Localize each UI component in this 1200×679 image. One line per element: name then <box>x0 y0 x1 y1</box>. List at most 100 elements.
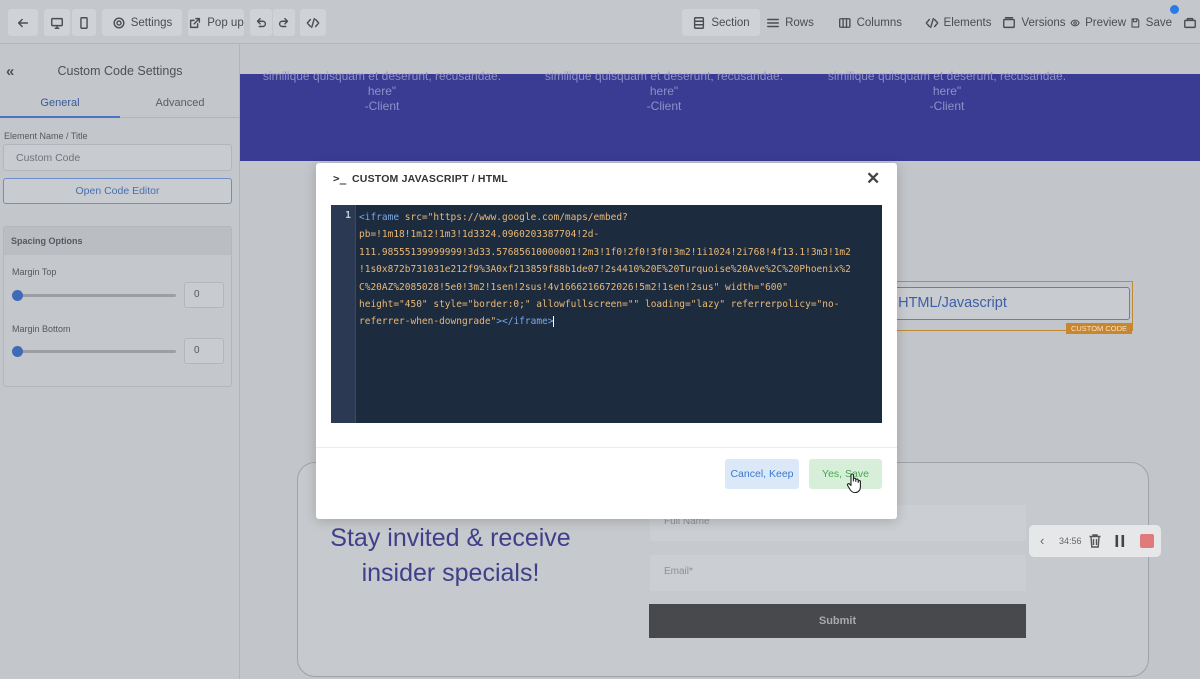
open-code-editor-button[interactable]: Open Code Editor <box>3 178 232 204</box>
custom-code-content[interactable]: n HTML/Javascript <box>865 287 1130 320</box>
panel-title: Custom Code Settings <box>57 64 183 78</box>
terminal-icon: >_ <box>333 172 347 185</box>
mobile-icon <box>80 16 88 29</box>
active-tab-indicator <box>0 116 120 118</box>
code-content[interactable]: <iframe src="https://www.google.com/maps… <box>359 209 879 331</box>
eye-icon <box>1070 19 1080 26</box>
save-icon <box>1131 17 1140 28</box>
trash-icon[interactable] <box>1088 533 1102 549</box>
section-label: Section <box>711 16 750 29</box>
code-token: src= <box>399 212 428 223</box>
testimonial-text: here" <box>932 84 962 98</box>
rows-label: Rows <box>785 16 814 29</box>
testimonial-text: similique quisquam et deserunt, recusand… <box>544 69 784 83</box>
desktop-icon <box>51 17 63 29</box>
code-token: <iframe <box>359 212 400 223</box>
rows-button[interactable]: Rows <box>764 9 816 36</box>
margin-top-value[interactable]: 0 <box>184 282 224 308</box>
redo-button[interactable] <box>273 9 295 36</box>
back-button[interactable] <box>8 9 38 36</box>
rows-icon <box>767 18 780 27</box>
modal-header: >_ CUSTOM JAVASCRIPT / HTML ✕ <box>316 163 897 195</box>
publish-icon <box>1184 17 1196 28</box>
code-editor[interactable]: 1 <iframe src="https://www.google.com/ma… <box>331 205 882 423</box>
save-label: Save <box>1145 16 1172 29</box>
element-type-tag: CUSTOM CODE <box>1066 323 1132 334</box>
testimonial-text: similique quisquam et deserunt, recusand… <box>827 69 1067 83</box>
screen-recorder-widget: ‹ 34:56 <box>1029 525 1161 557</box>
panel-header: « Custom Code Settings <box>0 56 240 86</box>
close-icon[interactable]: ✕ <box>866 169 880 189</box>
margin-bottom-label: Margin Bottom <box>12 324 71 334</box>
testimonial-quote: similique quisquam et deserunt, recusand… <box>534 69 794 114</box>
recording-time: 34:56 <box>1059 536 1082 546</box>
testimonial-text: similique quisquam et deserunt, recusand… <box>262 69 502 83</box>
popup-button[interactable]: Pop up <box>188 9 244 36</box>
code-line: referrer-when-downgrade"></iframe> <box>359 313 879 330</box>
element-name-label: Element Name / Title <box>4 131 88 141</box>
popup-label: Pop up <box>207 16 244 29</box>
testimonial-author: -Client <box>646 99 682 113</box>
publish-button[interactable] <box>1180 9 1200 36</box>
margin-bottom-value[interactable]: 0 <box>184 338 224 364</box>
tab-general[interactable]: General <box>0 97 120 109</box>
element-name-input[interactable]: Custom Code <box>3 144 232 171</box>
line-number-gutter: 1 <box>331 205 356 423</box>
stop-icon[interactable] <box>1140 534 1154 548</box>
tab-advanced[interactable]: Advanced <box>120 97 240 109</box>
columns-label: Columns <box>856 16 902 29</box>
email-input[interactable]: Email* <box>650 555 1026 591</box>
gear-icon <box>113 16 125 29</box>
line-number: 1 <box>345 210 351 221</box>
code-line: !1s0x872b731031e212f9%3A0xf213859f88b1de… <box>359 264 851 276</box>
submit-button[interactable]: Submit <box>649 604 1026 638</box>
save-button[interactable]: Save <box>1130 9 1172 36</box>
testimonial-text: here" <box>367 84 397 98</box>
code-token: referrer-when-downgrade" <box>359 316 497 328</box>
pause-icon[interactable] <box>1114 534 1126 548</box>
undo-button[interactable] <box>250 9 272 36</box>
chevron-left-icon[interactable]: ‹ <box>1040 533 1044 548</box>
code-icon <box>925 17 938 28</box>
testimonials-section: similique quisquam et deserunt, recusand… <box>240 69 1200 161</box>
code-token: "https://www.google.com/maps/embed? <box>427 212 628 223</box>
code-line: C%20AZ%2085028!5e0!3m2!1sen!2sus!4v16662… <box>359 281 788 293</box>
section-icon <box>694 16 705 29</box>
code-line: height="450" style="border:0;" allowfull… <box>359 299 840 311</box>
columns-button[interactable]: Columns <box>838 9 902 36</box>
settings-button[interactable]: Settings <box>102 9 182 36</box>
elements-label: Elements <box>943 16 992 29</box>
external-link-icon <box>190 17 201 28</box>
margin-top-slider-handle[interactable] <box>12 290 23 301</box>
testimonial-quote: similique quisquam et deserunt, recusand… <box>817 69 1077 114</box>
margin-bottom-slider-handle[interactable] <box>12 346 23 357</box>
custom-code-modal: >_ CUSTOM JAVASCRIPT / HTML ✕ 1 <iframe … <box>316 163 897 519</box>
cancel-keep-button[interactable]: Cancel, Keep <box>725 459 799 489</box>
desktop-view-button[interactable] <box>44 9 70 36</box>
elements-button[interactable]: Elements <box>924 9 992 36</box>
code-line: pb=!1m18!1m12!1m3!1d3324.0960203387704!2… <box>359 229 600 241</box>
code-view-button[interactable] <box>300 9 326 36</box>
mobile-view-button[interactable] <box>72 9 96 36</box>
columns-icon <box>839 17 851 28</box>
code-token: ></iframe> <box>496 316 554 328</box>
testimonial-author: -Client <box>929 99 965 113</box>
testimonial-text: here" <box>649 84 679 98</box>
redo-icon <box>278 17 289 27</box>
testimonial-quote: similique quisquam et deserunt, recusand… <box>252 69 512 114</box>
settings-label: Settings <box>130 16 173 29</box>
preview-button[interactable]: Preview <box>1070 9 1126 36</box>
code-line: 111.98555139999999!3d33.57685610000001!2… <box>359 246 851 258</box>
top-toolbar: Settings Pop up Section Rows Columns Ele… <box>0 0 1200 44</box>
versions-button[interactable]: Versions <box>1002 9 1066 36</box>
notification-dot <box>1170 5 1179 14</box>
preview-label: Preview <box>1085 16 1126 29</box>
margin-top-slider[interactable] <box>16 294 176 297</box>
panel-tabs: General Advanced <box>0 94 240 118</box>
section-button[interactable]: Section <box>682 9 760 36</box>
code-icon <box>306 17 320 28</box>
versions-label: Versions <box>1021 16 1066 29</box>
spacing-options-title[interactable]: Spacing Options <box>4 227 231 255</box>
margin-bottom-slider[interactable] <box>16 350 176 353</box>
hand-pointer-icon <box>846 473 861 494</box>
